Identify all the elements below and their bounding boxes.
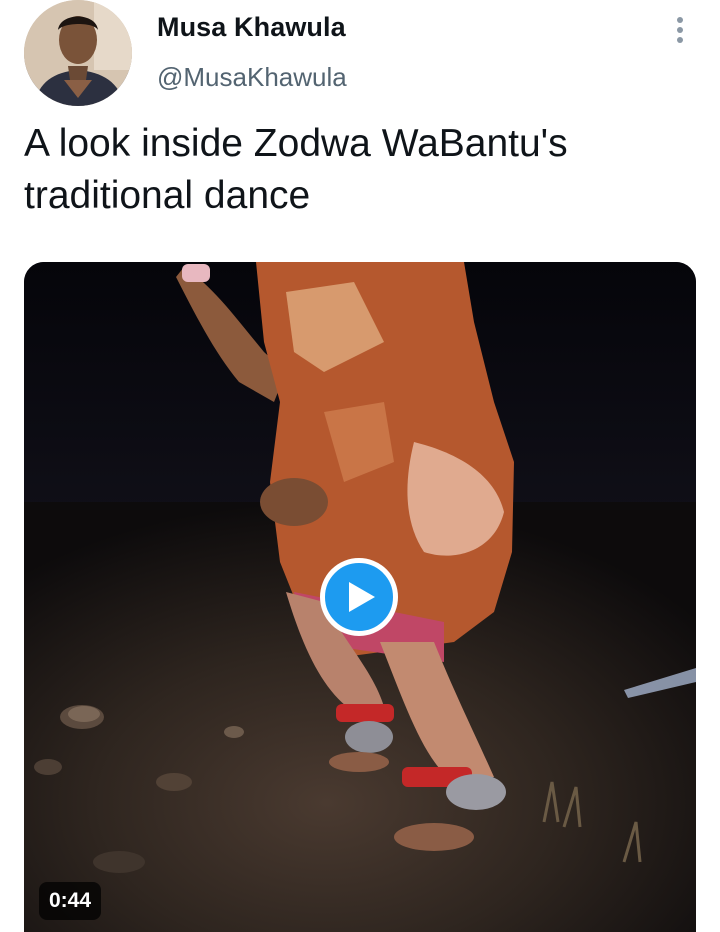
tweet-page: Musa Khawula @MusaKhawula A look inside … <box>0 0 720 932</box>
author-handle[interactable]: @MusaKhawula <box>157 62 347 93</box>
play-button[interactable] <box>320 558 398 636</box>
author-display-name[interactable]: Musa Khawula <box>157 12 346 43</box>
video-duration-badge: 0:44 <box>39 882 102 920</box>
play-icon <box>349 582 375 612</box>
tweet-text: A look inside Zodwa WaBantu's traditiona… <box>24 122 568 217</box>
avatar[interactable] <box>24 0 132 106</box>
video-player[interactable]: 0:44 <box>24 262 696 932</box>
avatar-photo <box>24 0 132 106</box>
more-vertical-icon[interactable] <box>668 14 692 46</box>
